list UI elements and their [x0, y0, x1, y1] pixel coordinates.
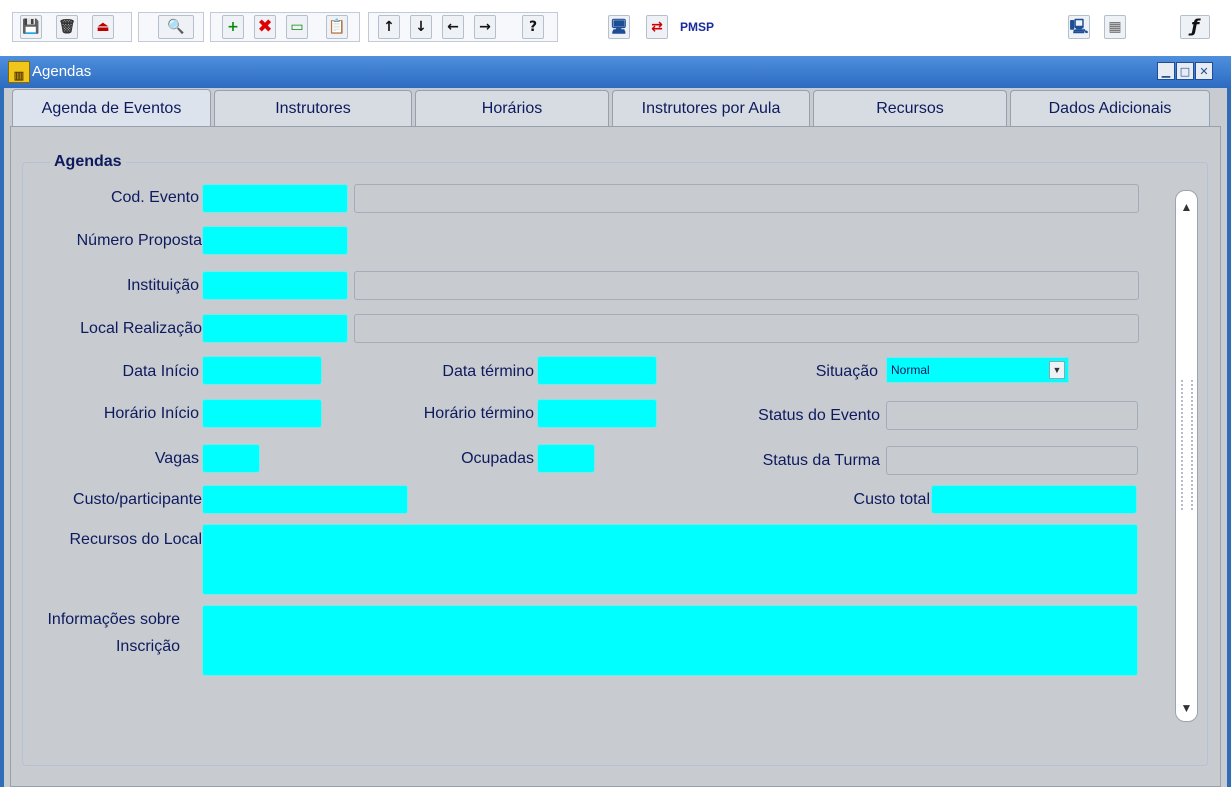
label-horario-inicio: Horário Início — [103, 405, 199, 422]
delete-record-icon[interactable]: ✖ — [254, 15, 276, 39]
scrollbar-grip[interactable] — [1181, 380, 1193, 510]
toolbar: 💾 🗑 ⏏ 🔍 + ✖ ▭ 📋 ↑ ↓ ← → ? 🖥 ⇄ PMSP 🖳 ▦ ƒ — [0, 0, 1231, 52]
chevron-down-icon[interactable]: ▼ — [1049, 361, 1065, 379]
minimize-icon[interactable]: ▁ — [1157, 62, 1175, 80]
situacao-select[interactable]: Normal ▼ — [886, 357, 1069, 383]
previous-icon[interactable]: ← — [442, 15, 464, 39]
save-icon[interactable]: 💾 — [20, 15, 42, 39]
clear-icon[interactable]: ▭ — [286, 15, 308, 39]
local-realizacao-description-field — [354, 314, 1139, 343]
clipboard-icon[interactable]: 📋 — [326, 15, 348, 39]
close-icon[interactable]: ✕ — [1195, 62, 1213, 80]
scroll-up-icon[interactable]: ▲ — [1176, 196, 1197, 217]
horario-termino-input[interactable] — [537, 399, 657, 428]
label-horario-termino: Horário término — [423, 405, 534, 422]
data-termino-input[interactable] — [537, 356, 657, 385]
cod-evento-description-field — [354, 184, 1139, 213]
label-numero-proposta: Número Proposta — [76, 232, 202, 249]
insert-record-icon[interactable]: + — [222, 15, 244, 39]
tab-dados-adicionais[interactable]: Dados Adicionais — [1010, 90, 1210, 126]
grid-icon[interactable]: ▦ — [1104, 15, 1126, 39]
last-record-icon[interactable]: ↓ — [410, 15, 432, 39]
label-instituicao: Instituição — [126, 277, 199, 294]
computer-icon[interactable]: 🖳 — [1068, 15, 1090, 39]
numero-proposta-input[interactable] — [202, 226, 348, 255]
label-custo-participante: Custo/participante — [73, 491, 202, 508]
label-data-termino: Data término — [442, 363, 534, 380]
function-icon[interactable]: ƒ — [1180, 15, 1210, 39]
first-record-icon[interactable]: ↑ — [378, 15, 400, 39]
cod-evento-input[interactable] — [202, 184, 348, 213]
label-informacoes-inscricao-line2: Inscrição — [115, 638, 180, 655]
label-ocupadas: Ocupadas — [461, 450, 534, 467]
recursos-local-textarea[interactable] — [202, 524, 1138, 595]
label-recursos-local: Recursos do Local — [69, 531, 202, 548]
refresh-icon[interactable]: ⇄ — [646, 15, 668, 39]
local-realizacao-input[interactable] — [202, 314, 348, 343]
instituicao-input[interactable] — [202, 271, 348, 300]
scroll-down-icon[interactable]: ▼ — [1176, 697, 1197, 718]
tab-recursos[interactable]: Recursos — [813, 90, 1007, 126]
tab-instrutores-por-aula[interactable]: Instrutores por Aula — [612, 90, 810, 126]
label-vagas: Vagas — [154, 450, 199, 467]
maximize-icon[interactable]: □ — [1176, 62, 1194, 80]
help-icon[interactable]: ? — [522, 15, 544, 39]
label-situacao: Situação — [815, 363, 878, 380]
group-title: Agendas — [50, 153, 126, 171]
label-data-inicio: Data Início — [122, 363, 199, 380]
ocupadas-input[interactable] — [537, 444, 595, 473]
label-cod-evento: Cod. Evento — [110, 189, 199, 206]
window-title: Agendas — [32, 63, 92, 80]
tab-agenda-de-eventos[interactable]: Agenda de Eventos — [12, 89, 211, 127]
tab-horarios[interactable]: Horários — [415, 90, 609, 126]
tab-instrutores[interactable]: Instrutores — [214, 90, 412, 126]
label-informacoes-inscricao-line1: Informações sobre — [47, 611, 180, 628]
horario-inicio-input[interactable] — [202, 399, 322, 428]
window-icon[interactable]: 🖥 — [608, 15, 630, 39]
delete-icon[interactable]: 🗑 — [56, 15, 78, 39]
exit-icon[interactable]: ⏏ — [92, 15, 114, 39]
query-icon[interactable]: 🔍 — [158, 15, 194, 39]
status-turma-field — [886, 446, 1138, 475]
custo-participante-input[interactable] — [202, 485, 408, 514]
window-titlebar — [0, 56, 1231, 88]
situacao-value: Normal — [891, 363, 930, 377]
label-status-turma: Status da Turma — [762, 452, 880, 469]
label-status-evento: Status do Evento — [758, 407, 880, 424]
data-inicio-input[interactable] — [202, 356, 322, 385]
status-evento-field — [886, 401, 1138, 430]
building-icon: ▥ — [8, 61, 30, 83]
label-local-realizacao: Local Realização — [80, 320, 202, 337]
pmsp-label: PMSP — [680, 20, 715, 34]
instituicao-description-field — [354, 271, 1139, 300]
informacoes-inscricao-textarea[interactable] — [202, 605, 1138, 676]
label-custo-total: Custo total — [853, 491, 930, 508]
custo-total-input[interactable] — [931, 485, 1137, 514]
vagas-input[interactable] — [202, 444, 260, 473]
next-icon[interactable]: → — [474, 15, 496, 39]
